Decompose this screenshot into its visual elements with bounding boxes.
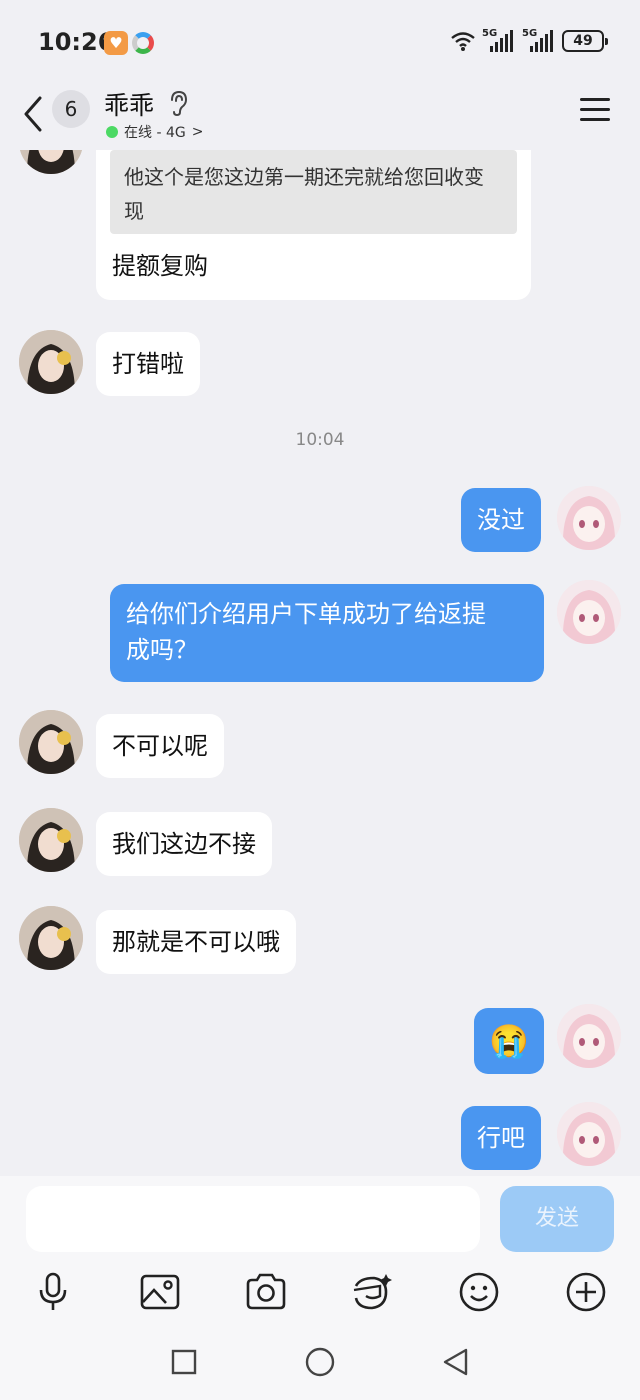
outgoing-message[interactable]: 给你们介绍用户下单成功了给返提 成吗？ bbox=[110, 584, 544, 682]
contact-avatar[interactable] bbox=[19, 906, 83, 970]
signal-5g-1-icon: 5G bbox=[482, 28, 516, 52]
plus-icon[interactable] bbox=[564, 1270, 608, 1314]
contact-name[interactable]: 乖乖 bbox=[104, 86, 154, 122]
user-avatar[interactable] bbox=[557, 1102, 621, 1166]
presence-status[interactable]: 在线 - 4G > bbox=[106, 122, 203, 142]
status-bar: 10:26 ♥ 5G 5G 49 bbox=[0, 0, 640, 84]
incoming-message[interactable]: 那就是不可以哦 bbox=[96, 910, 296, 974]
microphone-icon[interactable] bbox=[31, 1270, 75, 1314]
battery-icon: 49 bbox=[562, 30, 608, 52]
send-button[interactable]: 发送 bbox=[500, 1186, 614, 1252]
quoted-message: 他这个是您这边第一期还完就给您回收变现 bbox=[110, 150, 517, 234]
menu-icon[interactable] bbox=[580, 98, 610, 122]
recent-apps-icon[interactable] bbox=[164, 1342, 204, 1382]
message-line: 给你们介绍用户下单成功了给返提 bbox=[126, 600, 486, 628]
chevron-right-icon: > bbox=[191, 124, 204, 140]
contact-avatar[interactable] bbox=[19, 710, 83, 774]
input-bar: 发送 bbox=[0, 1176, 640, 1400]
chat-messages[interactable]: 他这个是您这边第一期还完就给您回收变现 提额复购 打错啦 10:04 没过 给你… bbox=[0, 150, 640, 1176]
outgoing-message[interactable]: 行吧 bbox=[461, 1106, 541, 1170]
contact-avatar[interactable] bbox=[19, 808, 83, 872]
incoming-message[interactable]: 我们这边不接 bbox=[96, 812, 272, 876]
quoted-reply-bubble[interactable]: 他这个是您这边第一期还完就给您回收变现 提额复购 bbox=[96, 150, 531, 300]
wifi-icon bbox=[451, 32, 475, 51]
message-timestamp: 10:04 bbox=[295, 430, 345, 450]
heart-app-icon: ♥ bbox=[104, 31, 128, 55]
camera-icon[interactable] bbox=[244, 1270, 288, 1314]
incoming-message[interactable]: 不可以呢 bbox=[96, 714, 224, 778]
unread-count-badge[interactable]: 6 bbox=[52, 90, 90, 128]
outgoing-message[interactable]: 没过 bbox=[461, 488, 541, 552]
ear-icon[interactable] bbox=[168, 90, 188, 116]
message-line: 成吗？ bbox=[126, 636, 198, 664]
app-notification-icon bbox=[132, 32, 154, 54]
contact-avatar[interactable] bbox=[19, 330, 83, 394]
emoji-icon[interactable] bbox=[457, 1270, 501, 1314]
system-navigation-bar bbox=[0, 1342, 640, 1400]
input-toolbar bbox=[0, 1270, 640, 1314]
back-nav-icon[interactable] bbox=[436, 1342, 476, 1382]
online-dot-icon bbox=[106, 126, 118, 138]
presence-label: 在线 - 4G bbox=[124, 125, 186, 141]
status-indicators: 5G 5G 49 bbox=[450, 28, 608, 52]
chat-header: 6 乖乖 在线 - 4G > bbox=[0, 84, 640, 150]
contact-avatar[interactable] bbox=[19, 150, 83, 174]
home-icon[interactable] bbox=[300, 1342, 340, 1382]
outgoing-emoji-message[interactable]: 😭 bbox=[474, 1008, 544, 1074]
user-avatar[interactable] bbox=[557, 1004, 621, 1068]
image-icon[interactable] bbox=[138, 1270, 182, 1314]
message-input[interactable] bbox=[26, 1186, 480, 1252]
back-icon[interactable] bbox=[20, 92, 46, 136]
incoming-message[interactable]: 打错啦 bbox=[96, 332, 200, 396]
user-avatar[interactable] bbox=[557, 580, 621, 644]
ai-assistant-icon[interactable] bbox=[350, 1270, 394, 1314]
signal-5g-2-icon: 5G bbox=[522, 28, 556, 52]
user-avatar[interactable] bbox=[557, 486, 621, 550]
reply-text: 提额复购 bbox=[112, 252, 208, 280]
status-time: 10:26 bbox=[38, 28, 115, 56]
